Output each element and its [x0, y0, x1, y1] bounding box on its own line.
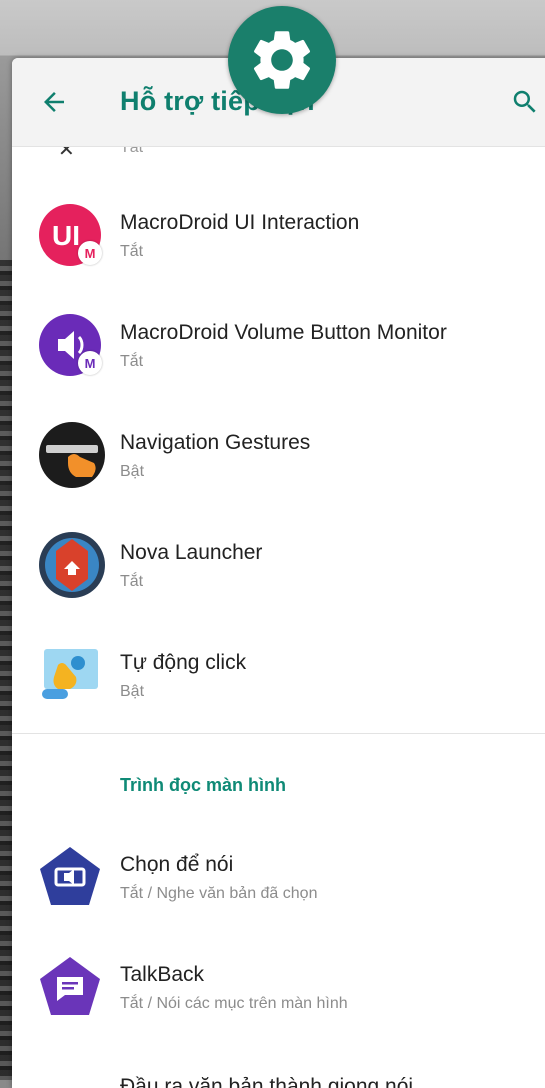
nova-launcher-icon	[38, 531, 105, 598]
list-item-status: Bật	[120, 463, 145, 480]
list-item-auto-click[interactable]: Tự động click Bật	[12, 625, 545, 733]
arrow-back-icon	[44, 92, 64, 112]
list-item-select-to-speak[interactable]: Chọn để nói Tắt / Nghe văn bản đã chọn	[12, 827, 545, 935]
list-item-navigation-gestures[interactable]: Navigation Gestures Bật	[12, 405, 545, 513]
list-item-label: MacroDroid Volume Button Monitor	[120, 321, 447, 344]
list-item-talkback[interactable]: TalkBack Tắt / Nói các mục trên màn hình	[12, 937, 545, 1045]
partial-item-icon: ✕	[58, 147, 75, 161]
list-item-status: Tắt / Nghe văn bản đã chọn	[120, 885, 318, 902]
talkback-icon	[38, 955, 102, 1019]
list-item-label: Tự động click	[120, 651, 247, 674]
list-item-nova-launcher[interactable]: Nova Launcher Tắt	[12, 515, 545, 623]
auto-click-icon	[38, 641, 102, 705]
settings-gear-icon	[228, 6, 336, 114]
list-item-status: Tắt	[120, 573, 144, 590]
settings-panel: Hỗ trợ tiếp cận ✕ Tắt UI M MacroDroid UI…	[12, 58, 545, 1088]
search-button[interactable]	[503, 80, 545, 124]
macrodroid-volume-icon: M	[38, 313, 102, 377]
list-item-label: TalkBack	[120, 963, 205, 986]
list-item-status: Tắt	[120, 353, 144, 370]
section-header-screen-reader: Trình đọc màn hình	[120, 775, 286, 795]
list-item-label: Chọn để nói	[120, 853, 234, 876]
list-item-status: Tắt / Nói các mục trên màn hình	[120, 995, 348, 1012]
svg-text:UI: UI	[52, 220, 80, 251]
list-item-macrodroid-volume[interactable]: M MacroDroid Volume Button Monitor Tắt	[12, 295, 545, 403]
list-item-label: MacroDroid UI Interaction	[120, 211, 360, 234]
list-item-macrodroid-ui[interactable]: UI M MacroDroid UI Interaction Tắt	[12, 185, 545, 293]
list-item-label: Nova Launcher	[120, 541, 263, 564]
navigation-gestures-icon	[38, 421, 105, 488]
select-to-speak-icon	[38, 845, 102, 909]
list-item-tts-output[interactable]: Đầu ra văn bản thành giọng nói	[12, 1047, 545, 1088]
list-item-status: Tắt	[120, 147, 144, 156]
list-item-label: Đầu ra văn bản thành giọng nói	[120, 1075, 414, 1088]
list-item-status: Tắt	[120, 243, 144, 260]
section-divider	[12, 733, 545, 734]
list-item-partial[interactable]: ✕ Tắt	[12, 147, 545, 161]
macrodroid-ui-icon: UI M	[38, 203, 102, 267]
list-item-label: Navigation Gestures	[120, 431, 311, 454]
back-button[interactable]	[32, 82, 76, 122]
search-icon	[513, 90, 536, 113]
list-item-status: Bật	[120, 683, 145, 700]
